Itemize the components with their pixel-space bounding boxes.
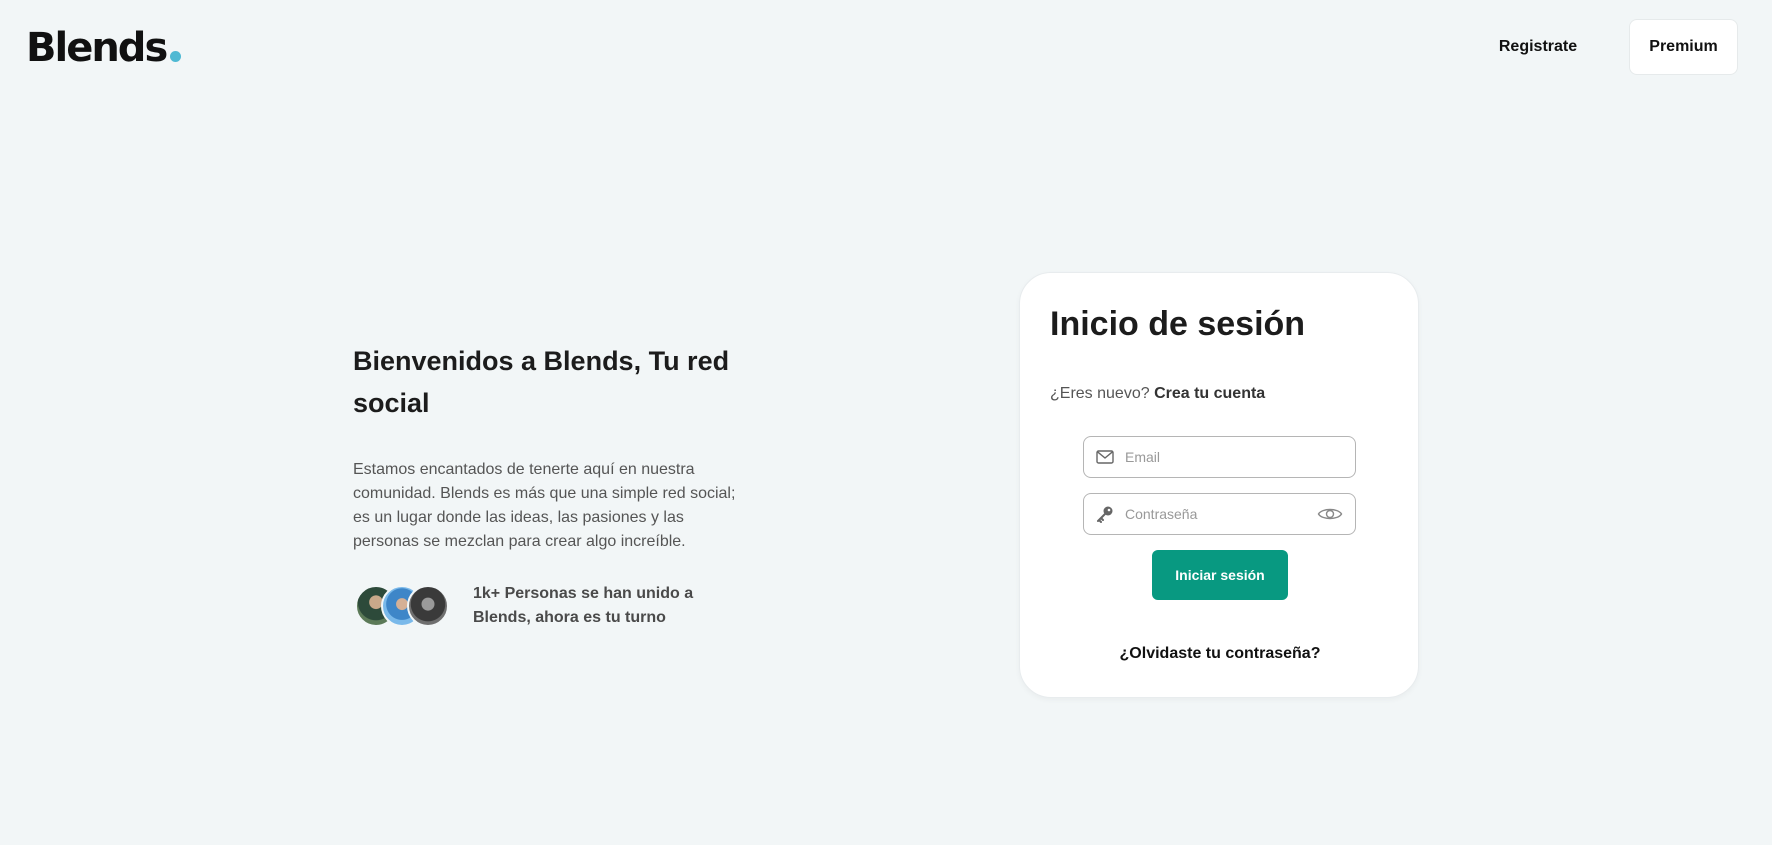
signup-link[interactable]: Crea tu cuenta	[1154, 385, 1265, 402]
welcome-title: Bienvenidos a Blends, Tu red social	[353, 346, 730, 418]
social-proof-text: 1k+ Personas se han unido a Blends, ahor…	[473, 585, 694, 626]
login-button[interactable]: Iniciar sesión	[1152, 550, 1288, 600]
email-field[interactable]	[1083, 436, 1356, 478]
signup-prompt-text: ¿Eres nuevo?	[1050, 385, 1150, 402]
avatar	[407, 585, 449, 627]
eye-icon[interactable]	[1317, 505, 1343, 523]
email-input[interactable]	[1125, 442, 1295, 472]
login-page: Blends Registrate Premium Bienvenidos a …	[0, 0, 1772, 845]
password-field[interactable]	[1083, 493, 1356, 535]
social-proof: 1k+ Personas se han unido a Blends, ahor…	[353, 582, 753, 630]
mail-icon	[1095, 447, 1115, 467]
forgot-password-link[interactable]: ¿Olvidaste tu contraseña?	[1020, 645, 1420, 663]
avatar-group	[353, 583, 453, 629]
register-link[interactable]: Registrate	[1476, 28, 1600, 66]
key-icon	[1095, 504, 1115, 524]
login-title: Inicio de sesión	[1050, 305, 1306, 343]
logo-dot	[170, 51, 182, 62]
welcome-section: Bienvenidos a Blends, Tu red social Esta…	[353, 340, 753, 630]
signup-prompt: ¿Eres nuevo? Crea tu cuenta	[1050, 385, 1265, 403]
logo-text: Blends	[26, 25, 168, 71]
password-input[interactable]	[1125, 499, 1295, 529]
logo[interactable]: Blends	[26, 24, 182, 72]
login-card: Inicio de sesión ¿Eres nuevo? Crea tu cu…	[1019, 272, 1419, 698]
welcome-description: Estamos encantados de tenerte aquí en nu…	[353, 461, 736, 550]
premium-button[interactable]: Premium	[1629, 19, 1738, 75]
